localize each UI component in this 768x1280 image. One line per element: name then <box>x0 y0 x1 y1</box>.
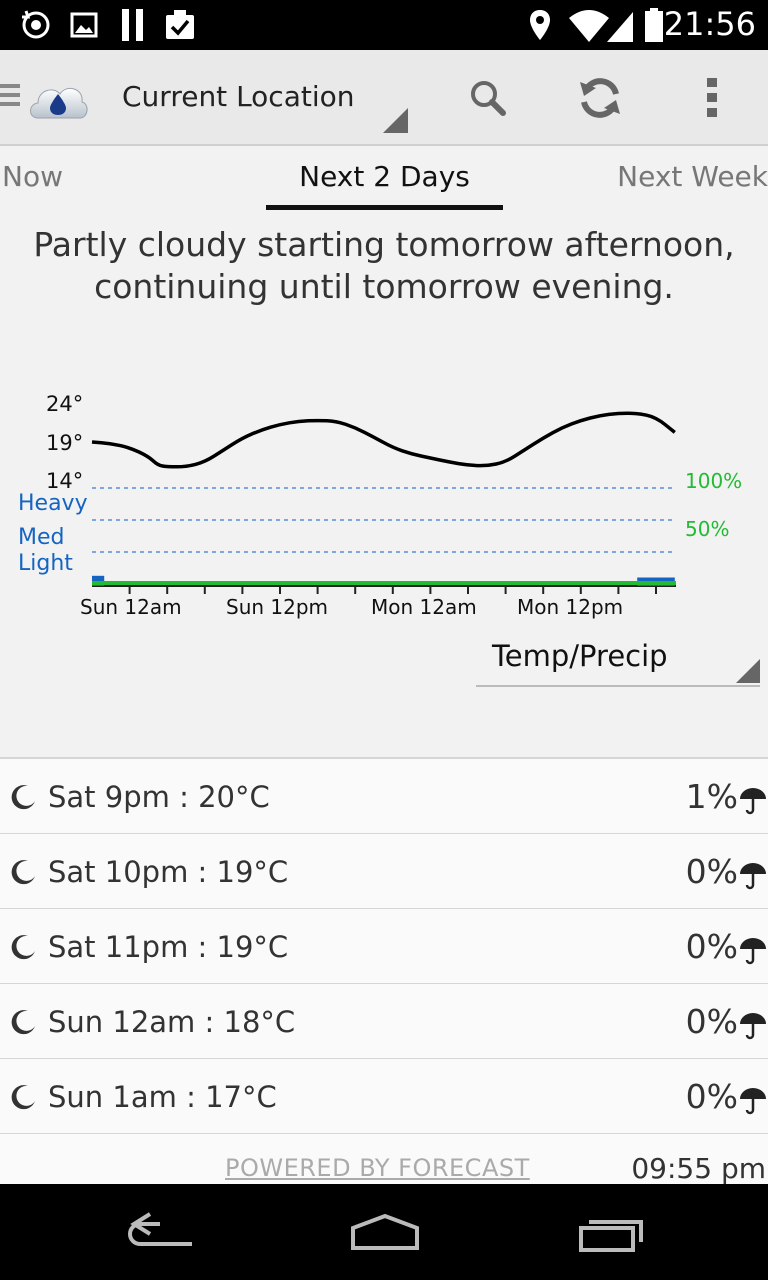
tab-indicator <box>266 205 503 210</box>
last-updated-time: 09:55 pm <box>631 1152 766 1185</box>
forecast-chart: 24° 19° 14° Heavy Med Light 100% 50% Sun… <box>18 392 742 619</box>
recents-icon[interactable] <box>566 1206 656 1258</box>
list-item[interactable]: Sat 9pm : 20°C 1% <box>0 759 768 834</box>
location-spinner-indicator[interactable] <box>383 108 408 133</box>
precip-chance: 0% <box>685 1002 738 1041</box>
umbrella-icon <box>740 788 766 815</box>
menu-icon[interactable] <box>0 84 20 110</box>
forecast-summary: Partly cloudy starting tomorrow afternoo… <box>33 225 735 306</box>
temp-axis-label: 19° <box>46 431 83 455</box>
moon-icon <box>11 1085 35 1110</box>
temperature-line <box>91 411 676 469</box>
precip-chance: 0% <box>685 927 738 966</box>
precip-intensity-label: Light <box>18 551 73 576</box>
location-icon <box>526 8 554 42</box>
hour-label: Sun 12am : 18°C <box>48 1005 296 1039</box>
umbrella-icon <box>740 1013 766 1040</box>
umbrella-icon <box>740 863 766 890</box>
home-icon[interactable] <box>340 1206 430 1258</box>
moon-icon <box>11 860 35 885</box>
hour-label: Sat 10pm : 19°C <box>48 855 289 889</box>
list-item[interactable]: Sun 12am : 18°C 0% <box>0 984 768 1059</box>
system-nav-bar <box>0 1184 768 1280</box>
precip-intensity-label: Heavy <box>18 491 88 516</box>
pause-icon <box>118 8 148 42</box>
hourly-list: Sat 9pm : 20°C 1% Sat 10pm : 19°C 0% Sat… <box>0 757 768 1134</box>
chart-view-dropdown[interactable]: Temp/Precip <box>476 635 760 687</box>
refresh-icon[interactable] <box>574 72 626 124</box>
overflow-menu-icon[interactable] <box>686 72 738 124</box>
back-icon[interactable] <box>115 1206 205 1258</box>
list-item[interactable]: Sun 1am : 17°C 0% <box>0 1059 768 1134</box>
hour-label: Sun 1am : 17°C <box>48 1080 277 1114</box>
status-bar: 21:56 <box>0 0 768 50</box>
umbrella-icon <box>740 1088 766 1115</box>
precip-chance: 1% <box>685 777 738 816</box>
powered-by-link[interactable]: POWERED BY FORECAST <box>225 1154 530 1182</box>
list-item[interactable]: Sat 10pm : 19°C 0% <box>0 834 768 909</box>
temp-axis-label: 14° <box>46 469 83 493</box>
moon-icon <box>11 935 35 960</box>
chart-view-label: Temp/Precip <box>492 639 668 673</box>
list-footer: POWERED BY FORECAST 09:55 pm <box>0 1134 768 1185</box>
battery-icon <box>642 8 666 42</box>
tab-next-week[interactable]: Next Week <box>617 160 768 193</box>
x-tick-label: Sun 12am <box>80 595 182 619</box>
hour-label: Sat 9pm : 20°C <box>48 780 270 814</box>
hour-label: Sat 11pm : 19°C <box>48 930 289 964</box>
umbrella-icon <box>740 938 766 965</box>
precip-intensity-label: Med <box>18 525 64 550</box>
x-tick-label: Sun 12pm <box>226 595 328 619</box>
location-title[interactable]: Current Location <box>122 80 355 113</box>
search-icon[interactable] <box>462 72 514 124</box>
moon-icon <box>11 785 35 810</box>
temp-axis-label: 24° <box>46 392 83 416</box>
x-tick-label: Mon 12pm <box>517 595 623 619</box>
x-tick-label: Mon 12am <box>371 595 477 619</box>
precip-chance: 0% <box>685 1077 738 1116</box>
signal-icon <box>604 8 634 42</box>
tab-now[interactable]: Now <box>2 160 63 193</box>
image-icon <box>68 8 100 42</box>
app-logo-icon[interactable] <box>26 78 90 120</box>
precip-chance: 0% <box>685 852 738 891</box>
dropdown-arrow-icon <box>736 659 760 683</box>
clipboard-check-icon <box>162 8 198 42</box>
precip-prob-label: 50% <box>685 517 729 541</box>
tab-next-2-days[interactable]: Next 2 Days <box>266 160 503 193</box>
list-item[interactable]: Sat 11pm : 19°C 0% <box>0 909 768 984</box>
status-clock: 21:56 <box>663 5 756 43</box>
sync-icon <box>16 8 56 42</box>
moon-icon <box>11 1010 35 1035</box>
precip-prob-label: 100% <box>685 469 742 493</box>
